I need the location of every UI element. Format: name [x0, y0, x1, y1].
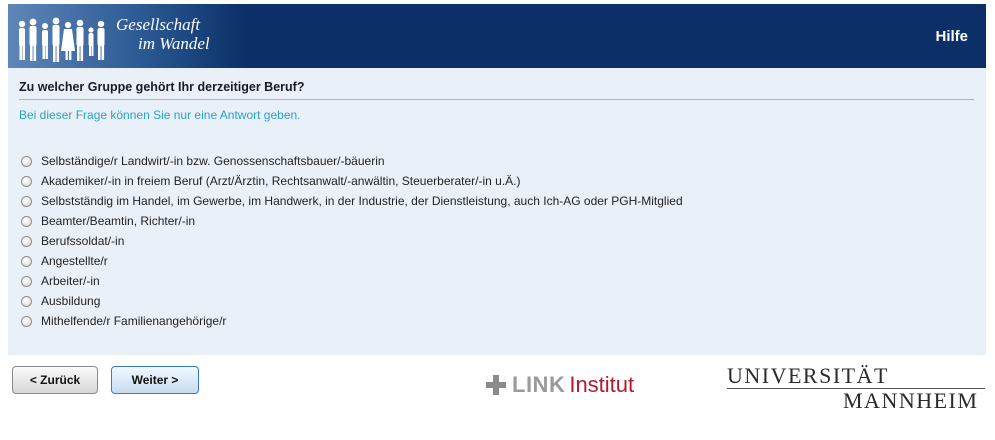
radio-button[interactable] [21, 155, 32, 167]
radio-button[interactable] [21, 255, 32, 267]
option-label: Ausbildung [41, 294, 101, 308]
answer-option[interactable]: Berufssoldat/-in [21, 231, 683, 251]
back-button[interactable]: < Zurück [12, 366, 98, 394]
answer-option[interactable]: Akademiker/-in in freiem Beruf (Arzt/Ärz… [21, 171, 683, 191]
link-institut-logo: LINK Institut [486, 372, 634, 398]
logo-text: Gesellschaft im Wandel [116, 15, 210, 53]
header-bar: Gesellschaft im Wandel Hilfe [8, 4, 986, 68]
answer-option[interactable]: Angestellte/r [21, 251, 683, 271]
question-panel: Zu welcher Gruppe gehört Ihr derzeitiger… [8, 68, 986, 355]
option-label: Angestellte/r [41, 254, 108, 268]
radio-button[interactable] [21, 295, 32, 307]
logo-line-2: im Wandel [138, 34, 210, 53]
link-cross-icon [486, 375, 506, 395]
option-label: Akademiker/-in in freiem Beruf (Arzt/Ärz… [41, 174, 521, 188]
next-button[interactable]: Weiter > [111, 366, 199, 394]
answer-option[interactable]: Selbständige/r Landwirt/-in bzw. Genosse… [21, 151, 683, 171]
answer-option[interactable]: Ausbildung [21, 291, 683, 311]
gesellschaft-im-wandel-logo: Gesellschaft im Wandel [8, 4, 248, 68]
uni-logo-bottom: MANNHEIM [843, 388, 979, 413]
question-hint: Bei dieser Frage können Sie nur eine Ant… [19, 108, 301, 122]
universitaet-mannheim-logo: UNIVERSITÄT MANNHEIM [727, 364, 985, 413]
radio-button[interactable] [21, 235, 32, 247]
option-label: Berufssoldat/-in [41, 234, 125, 248]
link-logo-text: LINK [512, 372, 566, 397]
answer-option[interactable]: Mithelfende/r Familienangehörige/r [21, 311, 683, 331]
radio-button[interactable] [21, 195, 32, 207]
option-label: Selbstständig im Handel, im Gewerbe, im … [41, 194, 683, 208]
radio-button[interactable] [21, 315, 32, 327]
answer-option[interactable]: Selbstständig im Handel, im Gewerbe, im … [21, 191, 683, 211]
option-label: Selbständige/r Landwirt/-in bzw. Genosse… [41, 154, 385, 168]
question-divider [19, 99, 974, 100]
help-link[interactable]: Hilfe [935, 28, 968, 45]
option-label: Beamter/Beamtin, Richter/-in [41, 214, 196, 228]
answer-option[interactable]: Arbeiter/-in [21, 271, 683, 291]
question-title: Zu welcher Gruppe gehört Ihr derzeitiger… [19, 80, 305, 94]
answer-options: Selbständige/r Landwirt/-in bzw. Genosse… [21, 151, 683, 331]
radio-button[interactable] [21, 275, 32, 287]
option-label: Mithelfende/r Familienangehörige/r [41, 314, 227, 328]
radio-button[interactable] [21, 215, 32, 227]
option-label: Arbeiter/-in [41, 274, 100, 288]
institut-logo-text: Institut [569, 372, 635, 397]
radio-button[interactable] [21, 175, 32, 187]
answer-option[interactable]: Beamter/Beamtin, Richter/-in [21, 211, 683, 231]
logo-line-1: Gesellschaft [116, 15, 201, 34]
uni-logo-top: UNIVERSITÄT [727, 363, 889, 388]
